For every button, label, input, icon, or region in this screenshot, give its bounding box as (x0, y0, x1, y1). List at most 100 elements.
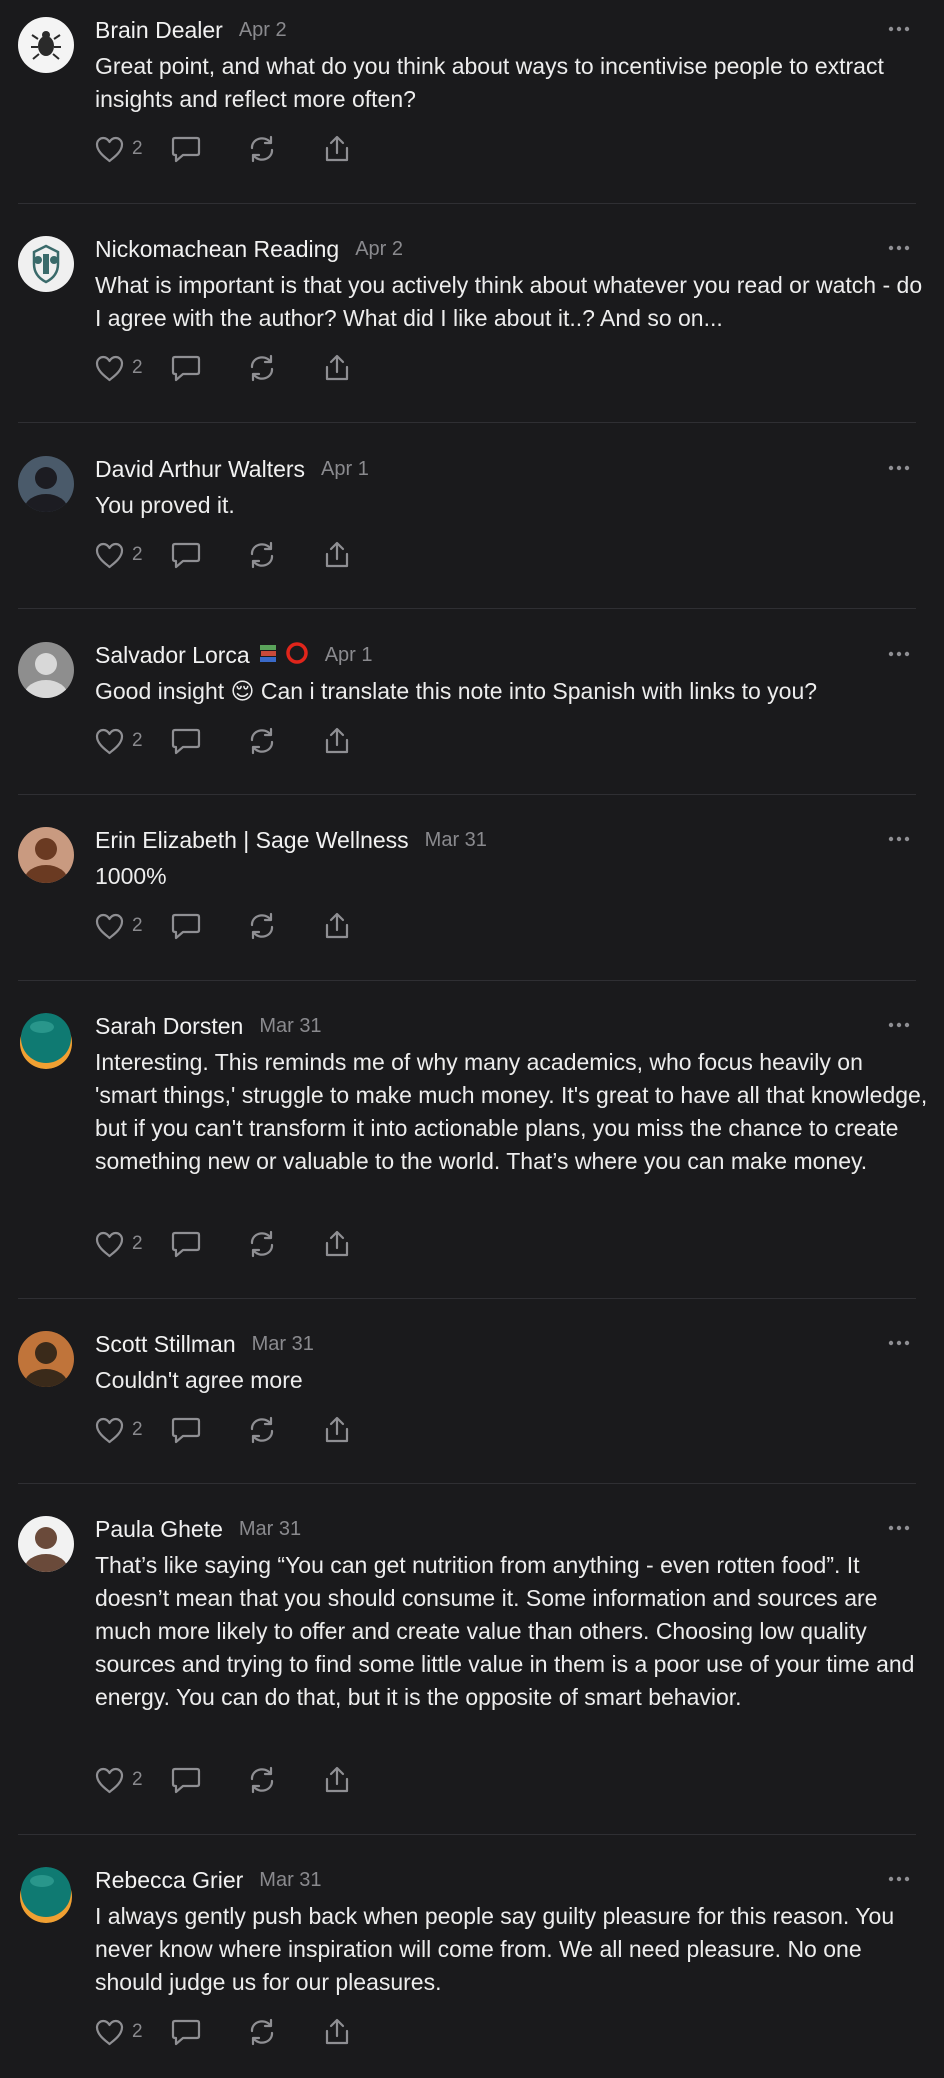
share-button[interactable] (324, 541, 364, 569)
comment-bubble-icon (171, 1416, 201, 1444)
reply-button[interactable] (171, 541, 247, 569)
restack-icon (247, 354, 277, 382)
like-button[interactable]: 2 (95, 136, 171, 163)
comment-date[interactable]: Mar 31 (259, 1869, 321, 1892)
comment-actions: 2 (95, 726, 364, 756)
comment-date[interactable]: Apr 1 (321, 458, 369, 481)
more-options-icon[interactable] (884, 641, 914, 667)
like-button[interactable]: 2 (95, 728, 171, 755)
restack-button[interactable] (247, 1230, 324, 1258)
restack-icon (247, 1230, 277, 1258)
more-options-icon[interactable] (884, 16, 914, 42)
comment-item: Nickomachean Reading Apr 2 What is importa… (18, 233, 922, 395)
reply-button[interactable] (171, 1416, 247, 1444)
restack-button[interactable] (247, 727, 324, 755)
like-button[interactable]: 2 (95, 913, 171, 940)
more-options-icon[interactable] (884, 1012, 914, 1038)
share-icon (324, 1766, 350, 1794)
like-button[interactable]: 2 (95, 2019, 171, 2046)
comment-body: 1000% (95, 863, 167, 889)
comment-body: Good insight 😌 Can i translate this note… (95, 678, 818, 704)
author-name[interactable]: Brain Dealer (95, 17, 223, 44)
comment-body: That’s like saying “You can get nutritio… (95, 1552, 915, 1710)
comment-actions: 2 (95, 2017, 364, 2047)
restack-button[interactable] (247, 135, 324, 163)
planet-avatar-icon[interactable] (18, 1013, 74, 1069)
comment-bubble-icon (171, 354, 201, 382)
comment-item: David Arthur Walters Apr 1 You proved it. 2 (18, 453, 914, 582)
comment-date[interactable]: Mar 31 (425, 829, 487, 852)
author-name[interactable]: Salvador Lorca (95, 642, 250, 669)
share-icon (324, 1230, 350, 1258)
heart-icon (95, 1767, 124, 1794)
reply-button[interactable] (171, 1230, 247, 1258)
more-options-icon[interactable] (884, 455, 914, 481)
comment-divider (18, 422, 916, 423)
author-name[interactable]: Erin Elizabeth | Sage Wellness (95, 827, 409, 854)
comment-bubble-icon (171, 912, 201, 940)
share-button[interactable] (324, 727, 364, 755)
comment-date[interactable]: Mar 31 (252, 1333, 314, 1356)
comment-divider (18, 608, 916, 609)
reply-button[interactable] (171, 2018, 247, 2046)
author-name[interactable]: Scott Stillman (95, 1331, 236, 1358)
author-name[interactable]: Paula Ghete (95, 1516, 223, 1543)
like-button[interactable]: 2 (95, 1417, 171, 1444)
restack-button[interactable] (247, 1766, 324, 1794)
comment-bubble-icon (171, 1766, 201, 1794)
more-options-icon[interactable] (884, 1866, 914, 1892)
photo-avatar-icon[interactable] (18, 1331, 74, 1387)
reply-button[interactable] (171, 1766, 247, 1794)
author-name[interactable]: Rebecca Grier (95, 1867, 243, 1894)
reply-button[interactable] (171, 135, 247, 163)
like-button[interactable]: 2 (95, 1231, 171, 1258)
photo-avatar-icon[interactable] (18, 827, 74, 883)
heart-icon (95, 355, 124, 382)
reply-button[interactable] (171, 727, 247, 755)
like-button[interactable]: 2 (95, 1767, 171, 1794)
share-button[interactable] (324, 354, 364, 382)
more-options-icon[interactable] (884, 1330, 914, 1356)
author-name[interactable]: Nickomachean Reading (95, 236, 339, 263)
author-name[interactable]: David Arthur Walters (95, 456, 305, 483)
author-name[interactable]: Sarah Dorsten (95, 1013, 243, 1040)
like-button[interactable]: 2 (95, 542, 171, 569)
share-button[interactable] (324, 912, 364, 940)
photo-avatar-icon[interactable] (18, 1516, 74, 1572)
more-options-icon[interactable] (884, 1515, 914, 1541)
share-icon (324, 727, 350, 755)
comment-date[interactable]: Apr 2 (239, 19, 287, 42)
share-button[interactable] (324, 2018, 364, 2046)
restack-button[interactable] (247, 912, 324, 940)
restack-button[interactable] (247, 1416, 324, 1444)
restack-button[interactable] (247, 541, 324, 569)
bug-avatar-icon[interactable] (18, 17, 74, 73)
like-button[interactable]: 2 (95, 355, 171, 382)
photo-avatar-icon[interactable] (18, 456, 74, 512)
reply-button[interactable] (171, 912, 247, 940)
like-count: 2 (132, 1233, 143, 1254)
comment-date[interactable]: Mar 31 (239, 1518, 301, 1541)
planet-avatar-icon[interactable] (18, 1867, 74, 1923)
more-options-icon[interactable] (884, 826, 914, 852)
comment-date[interactable]: Apr 1 (325, 644, 373, 667)
more-options-icon[interactable] (884, 235, 914, 261)
comment-divider (18, 1483, 916, 1484)
comment-date[interactable]: Apr 2 (355, 238, 403, 261)
comment-divider (18, 794, 916, 795)
share-button[interactable] (324, 1416, 364, 1444)
share-button[interactable] (324, 1766, 364, 1794)
crest-avatar-icon[interactable] (18, 236, 74, 292)
comment-item: Paula Ghete Mar 31 That’s like saying “You… (18, 1513, 914, 1807)
comment-date[interactable]: Mar 31 (259, 1015, 321, 1038)
comment-item: Sarah Dorsten Mar 31 Interesting. This rem… (18, 1010, 927, 1271)
photo-avatar-icon[interactable] (18, 642, 74, 698)
comment-header: Erin Elizabeth | Sage Wellness Mar 31 (95, 824, 487, 856)
restack-button[interactable] (247, 2018, 324, 2046)
share-button[interactable] (324, 135, 364, 163)
comment-actions: 2 (95, 353, 364, 383)
restack-button[interactable] (247, 354, 324, 382)
share-icon (324, 1416, 350, 1444)
reply-button[interactable] (171, 354, 247, 382)
share-button[interactable] (324, 1230, 364, 1258)
